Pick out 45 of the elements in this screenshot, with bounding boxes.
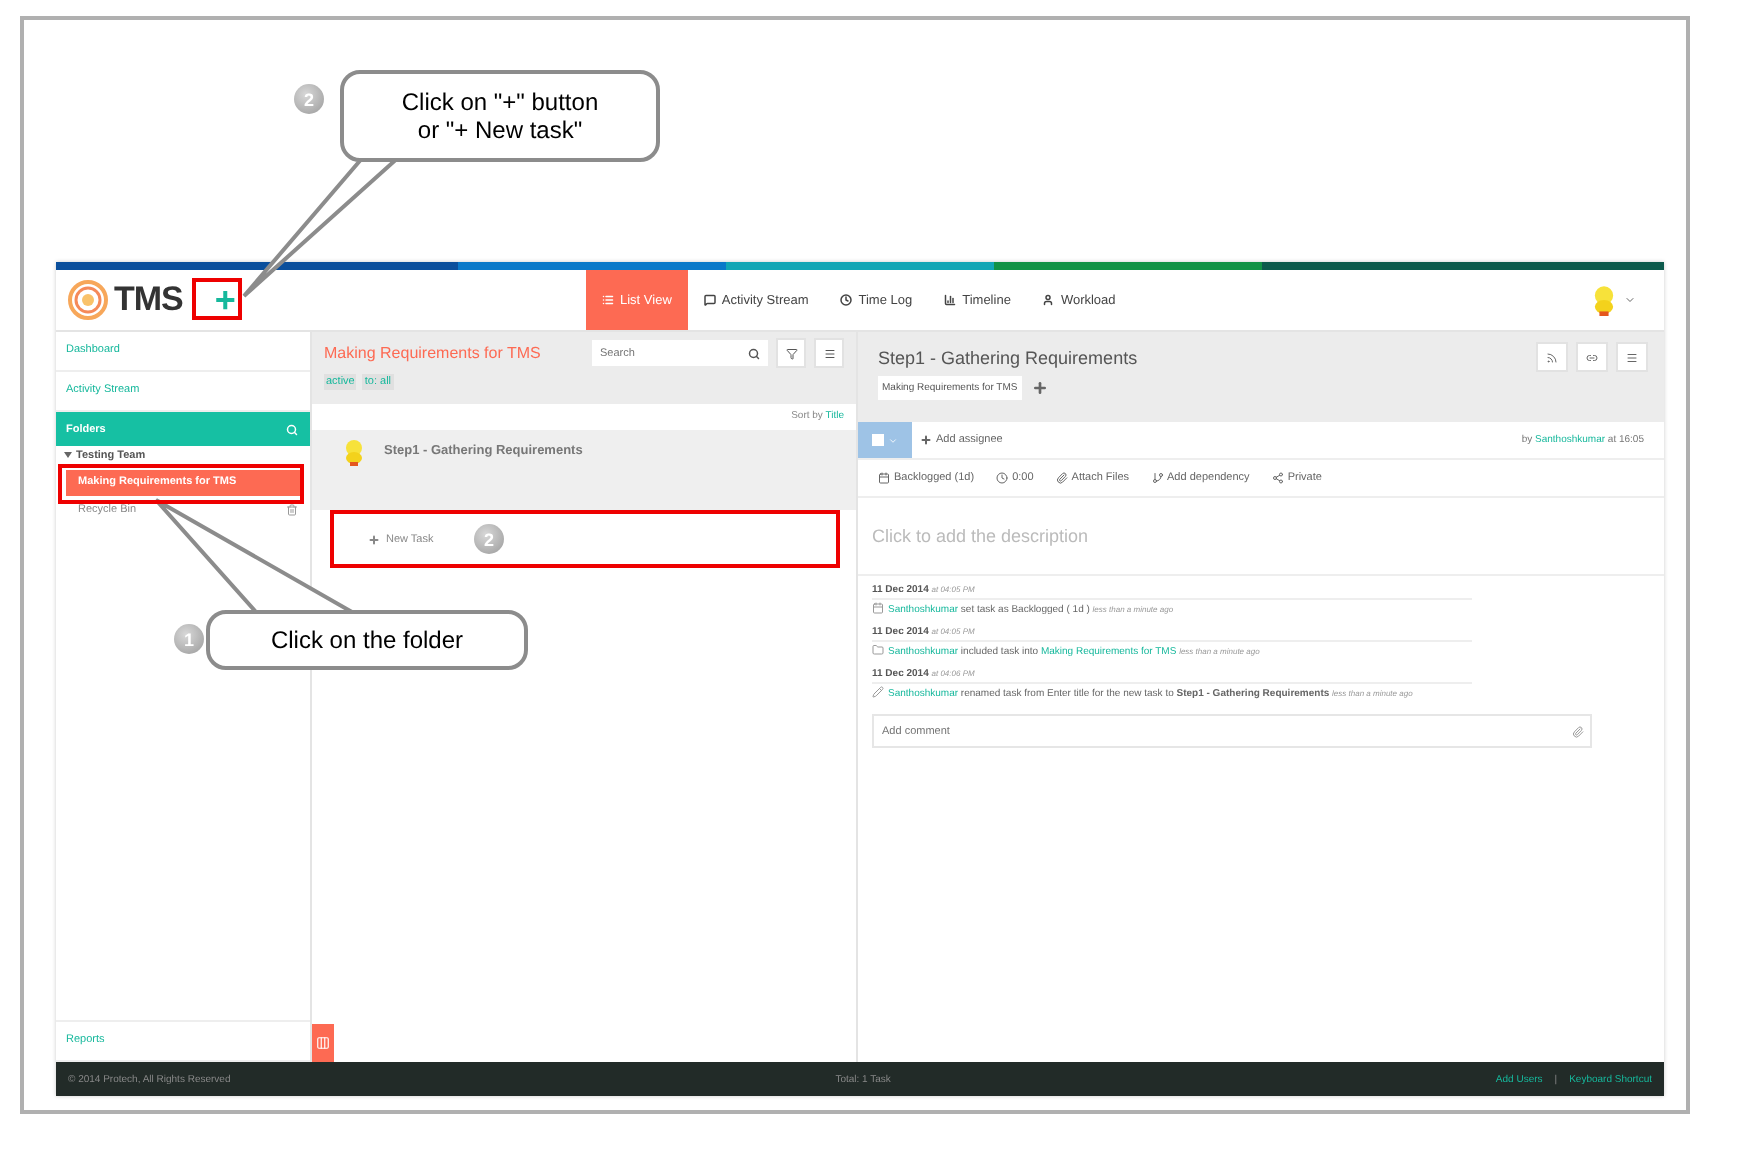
paperclip-icon	[1055, 472, 1068, 484]
brand-name: TMS	[114, 280, 183, 320]
highlight-frame	[192, 278, 242, 320]
menu-button[interactable]	[814, 338, 844, 368]
add-icon[interactable]	[1031, 380, 1048, 396]
bar-chart-icon	[944, 294, 957, 306]
filter-icon	[785, 347, 797, 359]
clock-icon	[840, 294, 853, 306]
columns-icon	[316, 1036, 330, 1050]
share-icon	[1271, 472, 1284, 484]
step-badge: 2	[294, 84, 324, 114]
menu-icon	[823, 347, 835, 359]
callout-bubble: Click on the folder	[206, 610, 528, 670]
branch-icon	[1151, 472, 1164, 484]
clock-icon	[996, 472, 1009, 484]
filter-button[interactable]	[776, 338, 806, 368]
link-icon	[1586, 351, 1598, 363]
paperclip-icon[interactable]	[1572, 725, 1584, 737]
status-dropdown[interactable]	[858, 422, 912, 458]
caret-icon	[1624, 294, 1636, 306]
caret-icon	[888, 435, 898, 445]
plus-icon	[368, 534, 380, 546]
list-icon	[602, 294, 614, 306]
trash-icon	[286, 504, 298, 516]
logo-icon	[66, 278, 110, 322]
rss-button[interactable]	[1536, 342, 1568, 372]
chat-icon	[703, 294, 716, 306]
calendar-icon	[872, 602, 884, 614]
callout-bubble: Click on "+" button or "+ New task"	[340, 70, 660, 162]
chick-icon	[340, 438, 368, 466]
folder-icon	[872, 644, 884, 656]
menu-icon	[1626, 351, 1638, 363]
rss-icon	[1546, 351, 1558, 363]
user-icon	[1042, 294, 1055, 306]
search-icon[interactable]	[748, 347, 760, 359]
list-title: Making Requirements for TMS	[324, 344, 543, 362]
task-title: Step1 - Gathering Requirements	[878, 347, 1140, 367]
pencil-icon	[872, 686, 884, 698]
collapse-handle[interactable]	[312, 1024, 334, 1062]
menu-button[interactable]	[1616, 342, 1648, 372]
link-button[interactable]	[1576, 342, 1608, 372]
caret-icon	[64, 452, 72, 460]
plus-icon	[920, 434, 932, 446]
description-placeholder[interactable]: Click to add the description	[858, 498, 1664, 576]
calendar-icon	[878, 472, 890, 484]
